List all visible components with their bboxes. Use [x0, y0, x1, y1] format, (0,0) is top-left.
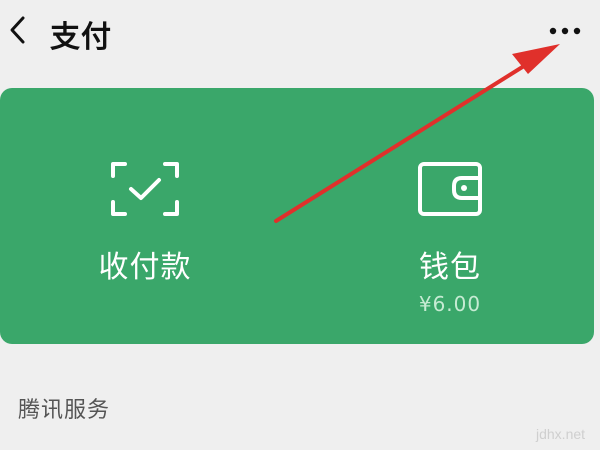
watermark: jdhx.net [536, 426, 586, 442]
receive-pay-label: 收付款 [98, 250, 192, 285]
tencent-services-heading: 腾讯服务 [18, 398, 111, 423]
chevron-left-icon [10, 16, 25, 44]
wallet-label: 钱包 [419, 250, 481, 285]
page-title: 支付 [50, 20, 112, 55]
receive-pay-button[interactable]: 收付款 [40, 88, 250, 344]
back-button[interactable] [0, 10, 36, 50]
wallet-button[interactable]: 钱包 ¥6.00 [345, 88, 555, 344]
payment-page: 支付 收付款 钱包 ¥6.00 腾讯服务 jdhx.net [0, 0, 600, 450]
top-bar: 支付 [0, 0, 600, 62]
wallet-icon [418, 162, 482, 216]
more-dots-icon [549, 27, 581, 35]
wallet-balance: ¥6.00 [418, 292, 482, 316]
payment-card: 收付款 钱包 ¥6.00 [0, 88, 594, 344]
scan-check-icon [111, 162, 179, 216]
more-options-button[interactable] [540, 14, 590, 48]
